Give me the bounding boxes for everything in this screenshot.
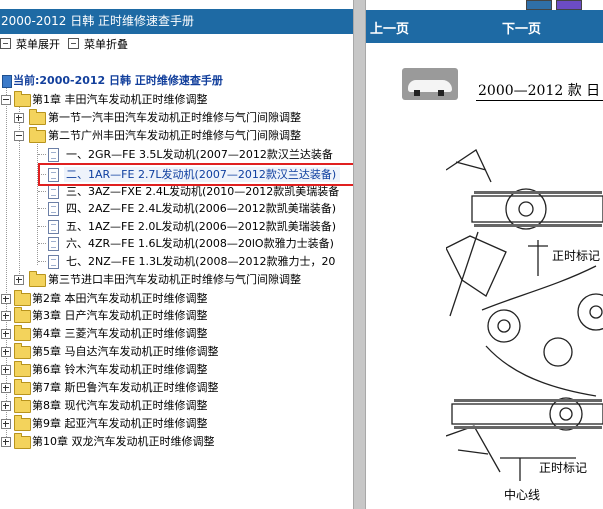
expand-toggle-icon[interactable] <box>1 329 11 339</box>
expand-all-label: 菜单展开 <box>16 38 60 51</box>
selection-highlight-box <box>38 163 353 186</box>
pane-splitter[interactable] <box>353 0 366 509</box>
tree-item-label: 六、4ZR—FE 1.6L发动机(2008—20lO款雅力士装备) <box>66 237 334 250</box>
expand-toggle-icon[interactable] <box>1 419 11 429</box>
tree-item-label: 第9章 起亚汽车发动机正时维修调整 <box>32 417 208 430</box>
title-underline <box>476 100 603 101</box>
car-photo <box>402 68 458 100</box>
tree-item-label: 第2章 本田汽车发动机正时维修调整 <box>32 292 208 305</box>
center-line-label: 中心线 <box>504 488 541 502</box>
tree-item-label: 第4章 三菱汽车发动机正时维修调整 <box>32 327 208 340</box>
expand-toggle-icon[interactable] <box>1 383 11 393</box>
toolbar-strip <box>366 0 603 10</box>
expand-all-button[interactable]: 菜单展开 <box>0 37 60 53</box>
folder-icon <box>29 271 46 287</box>
tree-item-label: 第3章 日产汽车发动机正时维修调整 <box>32 309 208 322</box>
book-icon <box>2 75 12 88</box>
timing-mark-label: 正时标记 <box>552 249 601 263</box>
folder-icon <box>14 343 31 359</box>
tree-item-label: 一、2GR—FE 3.5L发动机(2007—2012款汉兰达装备 <box>66 148 333 161</box>
tree-item-label: 第6章 铃木汽车发动机正时维修调整 <box>32 363 208 376</box>
document-title: 2000—2012 款 日 <box>478 83 601 99</box>
tree-item-label: 第三节进口丰田汽车发动机正时维修与气门间隙调整 <box>48 273 301 286</box>
tree-root-label: 当前:2000-2012 日韩 正时维修速查手册 <box>13 74 223 87</box>
collapse-toggle-icon[interactable] <box>14 131 24 141</box>
folder-icon <box>14 290 31 306</box>
toolbar-button-icon[interactable] <box>526 0 552 10</box>
folder-icon <box>14 361 31 377</box>
folder-icon <box>29 109 46 125</box>
timing-diagram <box>446 149 603 481</box>
expand-toggle-icon[interactable] <box>14 113 24 123</box>
folder-icon <box>14 415 31 431</box>
collapse-all-label: 菜单折叠 <box>84 38 128 51</box>
tree-item-label: 第1章 丰田汽车发动机正时维修调整 <box>32 93 208 106</box>
contents-title-bar: 2000-2012 日韩 正时维修速查手册 <box>0 9 353 34</box>
folder-icon <box>29 127 46 143</box>
document-pane: 上一页 下一页 2000—2012 款 日 正时标记 正时标记 中心线 <box>366 0 603 509</box>
expand-toggle-icon[interactable] <box>1 294 11 304</box>
expand-toggle-icon[interactable] <box>1 365 11 375</box>
contents-title: 2000-2012 日韩 正时维修速查手册 <box>1 14 195 28</box>
expand-toggle-icon[interactable] <box>1 437 11 447</box>
document-icon <box>48 148 59 162</box>
expand-toggle-icon[interactable] <box>1 401 11 411</box>
folder-icon <box>14 325 31 341</box>
document-icon <box>48 220 59 234</box>
tree-item-label: 第7章 斯巴鲁汽车发动机正时维修调整 <box>32 381 219 394</box>
tree-item-label: 七、2NZ—FE 1.3L发动机(2008—2012款雅力士，20 <box>66 255 336 268</box>
toolbar-button-icon[interactable] <box>556 0 582 10</box>
expand-toggle-icon[interactable] <box>1 311 11 321</box>
document-icon <box>48 185 59 199</box>
tree-item-label: 第5章 马自达汽车发动机正时维修调整 <box>32 345 219 358</box>
tree-item-label: 第10章 双龙汽车发动机正时维修调整 <box>32 435 215 448</box>
menu-toolbar: 菜单展开 菜单折叠 <box>0 36 353 54</box>
contents-pane: 2000-2012 日韩 正时维修速查手册 菜单展开 菜单折叠 当前:2000-… <box>0 0 353 509</box>
document-page: 2000—2012 款 日 正时标记 正时标记 中心线 <box>366 54 603 509</box>
tree-item-label: 四、2AZ—FE 2.4L发动机(2006—2012款凯美瑞装备) <box>66 202 337 215</box>
document-icon <box>48 202 59 216</box>
document-icon <box>48 255 59 269</box>
folder-icon <box>14 433 31 449</box>
folder-icon <box>14 379 31 395</box>
tree-item-label: 第一节一汽丰田汽车发动机正时维修与气门间隙调整 <box>48 111 301 124</box>
tree-item-label: 五、1AZ—FE 2.0L发动机(2006—2012款凯美瑞装备) <box>66 220 337 233</box>
expand-toggle-icon[interactable] <box>14 275 24 285</box>
timing-mark-label: 正时标记 <box>539 461 588 475</box>
expand-toggle-icon[interactable] <box>1 347 11 357</box>
tree-item-label: 第8章 现代汽车发动机正时维修调整 <box>32 399 208 412</box>
prev-page-button[interactable]: 上一页 <box>370 18 409 37</box>
document-icon <box>48 237 59 251</box>
next-page-button[interactable]: 下一页 <box>502 18 541 37</box>
collapse-icon <box>68 38 79 49</box>
folder-icon <box>14 307 31 323</box>
collapse-toggle-icon[interactable] <box>1 95 11 105</box>
expand-icon <box>0 38 11 49</box>
tree-item-label: 第二节广州丰田汽车发动机正时维修与气门间隙调整 <box>48 129 301 142</box>
folder-icon <box>14 397 31 413</box>
tree-guide-line <box>37 141 38 265</box>
folder-icon <box>14 91 31 107</box>
page-navigation-bar: 上一页 下一页 <box>366 10 603 43</box>
collapse-all-button[interactable]: 菜单折叠 <box>68 37 128 53</box>
